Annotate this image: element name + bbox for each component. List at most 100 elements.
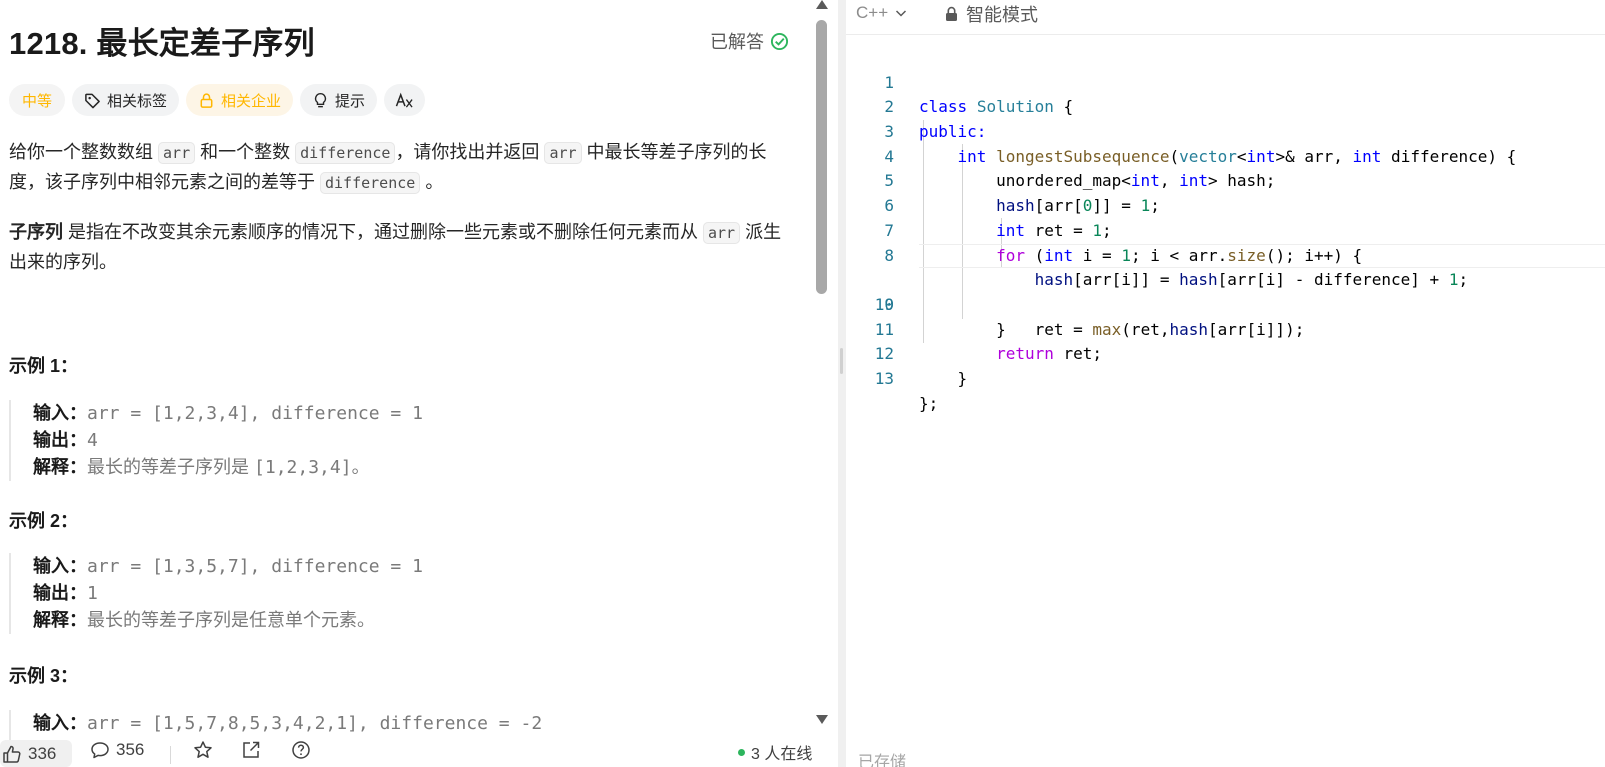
code-line-active: 9 ret = max(ret,hash[arr[i]]);: [846, 243, 1605, 339]
example-1-output: 输出：4: [33, 427, 789, 454]
related-companies-label: 相关企业: [221, 92, 282, 110]
problem-description: 给你一个整数数组 arr 和一个整数 difference ，请你找出并返回 ar…: [9, 138, 789, 297]
active-line-highlight: [919, 243, 1605, 269]
problem-panel: 1218. 最长定差子序列 已解答 中等 相关标签 相关企业 提示 给你一个整数…: [0, 0, 812, 767]
description-paragraph-1: 给你一个整数数组 arr 和一个整数 difference ，请你找出并返回 ar…: [9, 138, 789, 198]
mode-label: 智能模式: [966, 5, 1038, 25]
code-line: 5 hash[arr[0]] = 1;: [846, 145, 1605, 215]
example-1-input: 输入：arr = [1,2,3,4], difference = 1: [33, 400, 789, 427]
language-label: C++: [856, 3, 889, 22]
input-label: 输入：: [33, 403, 87, 423]
desc-text: 和一个整数: [195, 142, 296, 162]
lock-icon: [200, 92, 213, 108]
inline-code: arr: [544, 142, 582, 164]
comments-button[interactable]: 356: [90, 740, 144, 760]
smart-mode-toggle[interactable]: 智能模式: [944, 1, 1038, 27]
input-label: 输入：: [33, 713, 87, 733]
code-line: 3 int longestSubsequence(vector<int>& ar…: [846, 95, 1605, 166]
code-line: 6 int ret = 1;: [846, 169, 1605, 240]
code-line: 4 unordered_map<int, int> hash;: [846, 120, 1605, 191]
example-1-block: 输入：arr = [1,2,3,4], difference = 1 输出：4 …: [9, 400, 789, 481]
check-circle-icon: [770, 32, 789, 50]
thumbs-up-icon: [3, 745, 21, 763]
example-2-output: 输出：1: [33, 580, 789, 607]
hint-label: 提示: [335, 92, 366, 110]
example-2-explain: 解释：最长的等差子序列是任意单个元素。: [33, 607, 789, 634]
problem-scrollbar[interactable]: [814, 0, 830, 730]
star-icon: [194, 741, 212, 758]
example-2-block: 输入：arr = [1,3,5,7], difference = 1 输出：1 …: [9, 553, 789, 634]
output-label: 输出：: [33, 430, 87, 450]
panel-resizer[interactable]: [838, 0, 846, 767]
inline-code: arr: [158, 142, 196, 164]
translate-icon: [395, 92, 413, 108]
inline-code: difference: [295, 142, 396, 164]
desc-text: 。: [420, 172, 444, 192]
editor-toolbar: C++ 智能模式: [846, 0, 1605, 35]
input-value: arr = [1,2,3,4], difference = 1: [87, 403, 423, 424]
like-count: 336: [28, 743, 57, 763]
example-3-block: 输入：arr = [1,5,7,8,5,3,4,2,1], difference…: [9, 710, 789, 740]
difficulty-badge: 中等: [9, 84, 66, 116]
related-companies-button[interactable]: 相关企业: [186, 84, 294, 116]
resizer-grip[interactable]: [840, 348, 843, 374]
scrollbar-thumb[interactable]: [816, 20, 827, 294]
explain-tail: 。: [351, 457, 370, 477]
example-3-title: 示例 3：: [9, 666, 79, 686]
solved-label: 已解答: [710, 32, 764, 52]
inline-code: arr: [703, 222, 741, 244]
code-line: 11 return ret;: [846, 293, 1605, 364]
comment-icon: [91, 742, 109, 759]
code-line: 7 for (int i = 1; i < arr.size(); i++) {: [846, 194, 1605, 265]
example-1-explain: 解释：最长的等差子序列是 [1,2,3,4]。: [33, 454, 789, 481]
problem-title: 1218. 最长定差子序列: [9, 26, 315, 61]
chevron-down-icon: [896, 10, 907, 17]
saved-status: 已存储: [858, 754, 907, 767]
output-label: 输出：: [33, 583, 87, 603]
code-text: }: [957, 368, 968, 388]
tag-icon: [85, 93, 100, 108]
online-dot: [738, 748, 745, 756]
tag-bar: 中等 相关标签 相关企业 提示: [9, 84, 426, 116]
example-3-input: 输入：arr = [1,5,7,8,5,3,4,2,1], difference…: [33, 710, 789, 737]
scroll-up-arrow-icon[interactable]: [816, 0, 828, 9]
code-line: 10 }: [846, 268, 1605, 339]
language-selector[interactable]: C++: [856, 3, 908, 23]
explain-label: 解释：: [33, 610, 87, 630]
code-line: 2 public:: [846, 71, 1605, 141]
help-button[interactable]: [291, 740, 311, 760]
example-2-input: 输入：arr = [1,3,5,7], difference = 1: [33, 553, 789, 580]
external-link-icon: [243, 741, 260, 758]
line-number: 13: [874, 368, 894, 388]
solved-status: 已解答: [710, 28, 789, 54]
desc-text: ，请你找出并返回: [395, 142, 545, 162]
title-row: 1218. 最长定差子序列 已解答: [9, 18, 789, 62]
input-label: 输入：: [33, 556, 87, 576]
example-1-title: 示例 1：: [9, 356, 79, 376]
problem-footer-bar: 336 356 3 人在线: [0, 740, 812, 767]
online-indicator: 3 人在线: [738, 740, 812, 764]
input-value: arr = [1,3,5,7], difference = 1: [87, 556, 423, 577]
inline-code: difference: [320, 172, 421, 194]
hint-button[interactable]: 提示: [300, 84, 378, 116]
favorite-button[interactable]: [193, 740, 213, 760]
lock-icon: [946, 6, 957, 21]
difficulty-label: 中等: [22, 92, 53, 110]
explain-text: 最长的等差子序列是任意单个元素。: [87, 610, 375, 630]
related-tags-button[interactable]: 相关标签: [72, 84, 180, 116]
question-circle-icon: [292, 741, 310, 759]
scroll-down-arrow-icon[interactable]: [816, 715, 828, 724]
output-value: 4: [87, 430, 98, 451]
explain-label: 解释：: [33, 457, 87, 477]
comment-count: 356: [116, 740, 145, 759]
description-paragraph-2: 子序列 是指在不改变其余元素顺序的情况下，通过删除一些元素或不删除任何元素而从 …: [9, 218, 789, 277]
code-line: 8 hash[arr[i]] = hash[arr[i] - differenc…: [846, 219, 1605, 290]
subsequence-term: 子序列: [9, 222, 63, 242]
like-button[interactable]: 336: [0, 740, 72, 767]
share-button[interactable]: [241, 740, 261, 760]
explain-text: 最长的等差子序列是: [87, 457, 255, 477]
code-editor[interactable]: 1 class Solution { 2 public: 3 int longe…: [846, 46, 1605, 413]
example-2-title: 示例 2：: [9, 511, 79, 531]
explain-code: [1,2,3,4]: [254, 457, 352, 478]
translate-button[interactable]: [384, 84, 426, 116]
